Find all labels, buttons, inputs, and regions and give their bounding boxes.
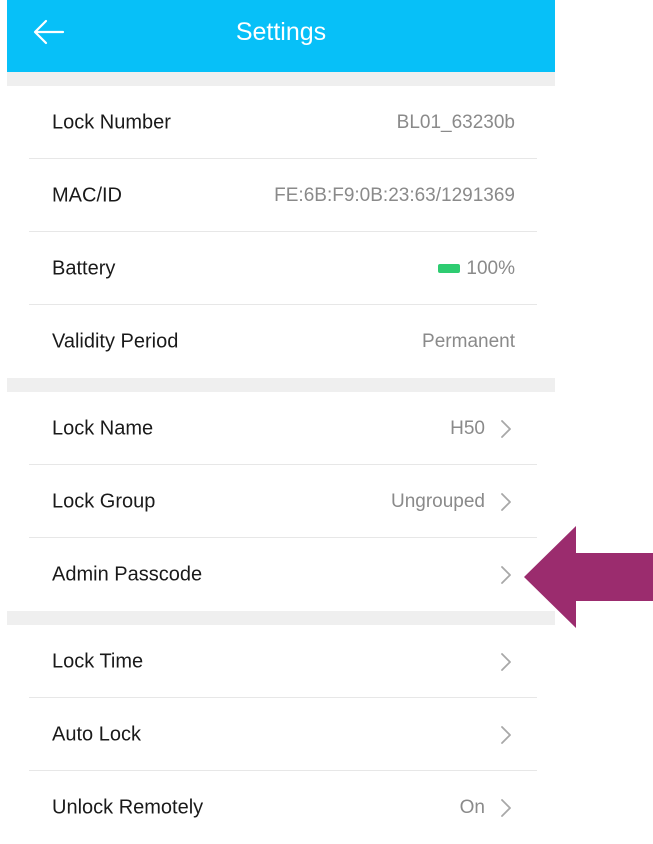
page-title: Settings <box>235 18 327 46</box>
unlock-remotely-value: On <box>459 796 485 818</box>
battery-label: Battery <box>52 257 116 279</box>
mac-id-value: FE:6B:F9:0B:23:63/1291369 <box>274 184 515 206</box>
chevron-right-icon <box>501 652 511 671</box>
lock-time-row[interactable]: Lock Time <box>7 625 555 698</box>
section-divider <box>7 611 555 625</box>
unlock-remotely-label: Unlock Remotely <box>52 796 204 818</box>
mac-id-label: MAC/ID <box>52 184 122 206</box>
validity-period-value: Permanent <box>422 330 515 352</box>
lock-time-label: Lock Time <box>52 650 144 672</box>
battery-status: 100% <box>438 258 515 280</box>
pointer-arrow-icon <box>524 526 653 628</box>
chevron-right-icon <box>501 419 511 438</box>
admin-passcode-row[interactable]: Admin Passcode <box>7 538 555 611</box>
lock-number-row: Lock Number BL01_63230b <box>7 86 555 159</box>
chevron-right-icon <box>501 798 511 817</box>
lock-number-label: Lock Number <box>52 111 171 133</box>
battery-icon <box>438 264 461 273</box>
unlock-remotely-row[interactable]: Unlock Remotely On <box>7 771 555 844</box>
chevron-right-icon <box>501 492 511 511</box>
auto-lock-label: Auto Lock <box>52 723 141 745</box>
lock-group-label: Lock Group <box>52 490 156 512</box>
chevron-right-icon <box>501 565 511 584</box>
lock-group-value: Ungrouped <box>390 490 485 512</box>
lock-name-value: H50 <box>450 417 485 439</box>
validity-period-row: Validity Period Permanent <box>7 305 555 378</box>
admin-passcode-label: Admin Passcode <box>52 563 203 585</box>
lock-name-label: Lock Name <box>52 417 154 439</box>
battery-row: Battery 100% <box>7 232 555 305</box>
chevron-right-icon <box>501 725 511 744</box>
settings-screen: Settings Lock Number BL01_63230b MAC/ID … <box>7 0 555 844</box>
auto-lock-row[interactable]: Auto Lock <box>7 698 555 771</box>
lock-number-value: BL01_63230b <box>396 111 515 133</box>
lock-name-row[interactable]: Lock Name H50 <box>7 392 555 465</box>
section-divider <box>7 72 555 86</box>
mac-id-row: MAC/ID FE:6B:F9:0B:23:63/1291369 <box>7 159 555 232</box>
section-divider <box>7 378 555 392</box>
battery-value: 100% <box>466 257 515 279</box>
lock-group-row[interactable]: Lock Group Ungrouped <box>7 465 555 538</box>
validity-period-label: Validity Period <box>52 330 179 352</box>
app-header: Settings <box>7 0 555 72</box>
